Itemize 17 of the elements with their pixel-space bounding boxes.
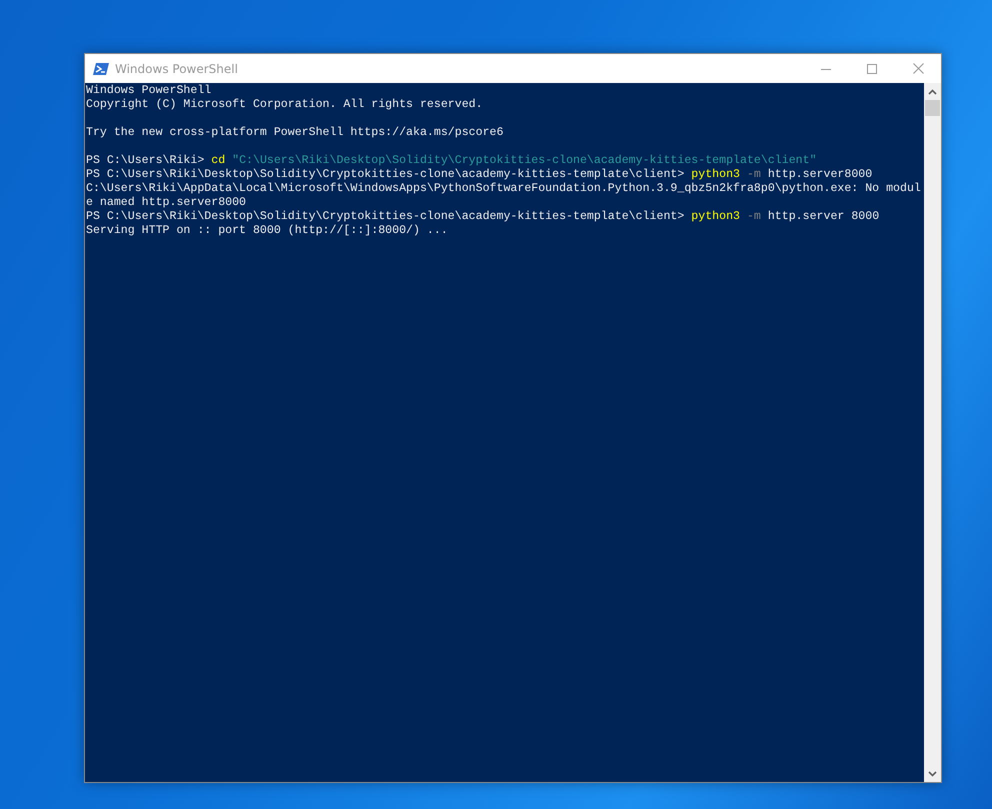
- console-line: Windows PowerShell: [86, 84, 212, 98]
- console-line: Try the new cross-platform PowerShell https://aka.ms/pscore6: [86, 126, 504, 140]
- console-line: PS C:\Users\Riki\Desktop\Solidity\Cryptokitties-clone\academy-kitties-template\client> python3 -m http.server 8000: [86, 210, 880, 224]
- console-line: e named http.server8000: [86, 196, 246, 210]
- scrollbar[interactable]: [924, 83, 941, 782]
- scroll-up-icon[interactable]: [928, 88, 937, 94]
- close-icon: [912, 63, 924, 74]
- console-line: PS C:\Users\Riki\Desktop\Solidity\Cryptokitties-clone\academy-kitties-template\client> python3 -m http.server8000: [86, 168, 872, 182]
- scroll-down-icon[interactable]: [928, 770, 937, 776]
- window-title: Windows PowerShell: [115, 62, 239, 76]
- console-line: Serving HTTP on :: port 8000 (http://[::]:8000/) ...: [86, 224, 448, 238]
- maximize-icon: [867, 64, 877, 74]
- console-line: C:\Users\Riki\AppData\Local\Microsoft\WindowsApps\PythonSoftwareFoundation.Python.3.9_qbz5n2kfra8p0\python.exe: No modul: [86, 182, 921, 196]
- scrollbar-thumb[interactable]: [925, 100, 940, 116]
- console-line: Copyright (C) Microsoft Corporation. All rights reserved.: [86, 98, 483, 112]
- powershell-icon: [93, 62, 109, 76]
- console-line: PS C:\Users\Riki> cd "C:\Users\Riki\Desktop\Solidity\Cryptokitties-clone\academy-kitties-template\client": [86, 154, 817, 168]
